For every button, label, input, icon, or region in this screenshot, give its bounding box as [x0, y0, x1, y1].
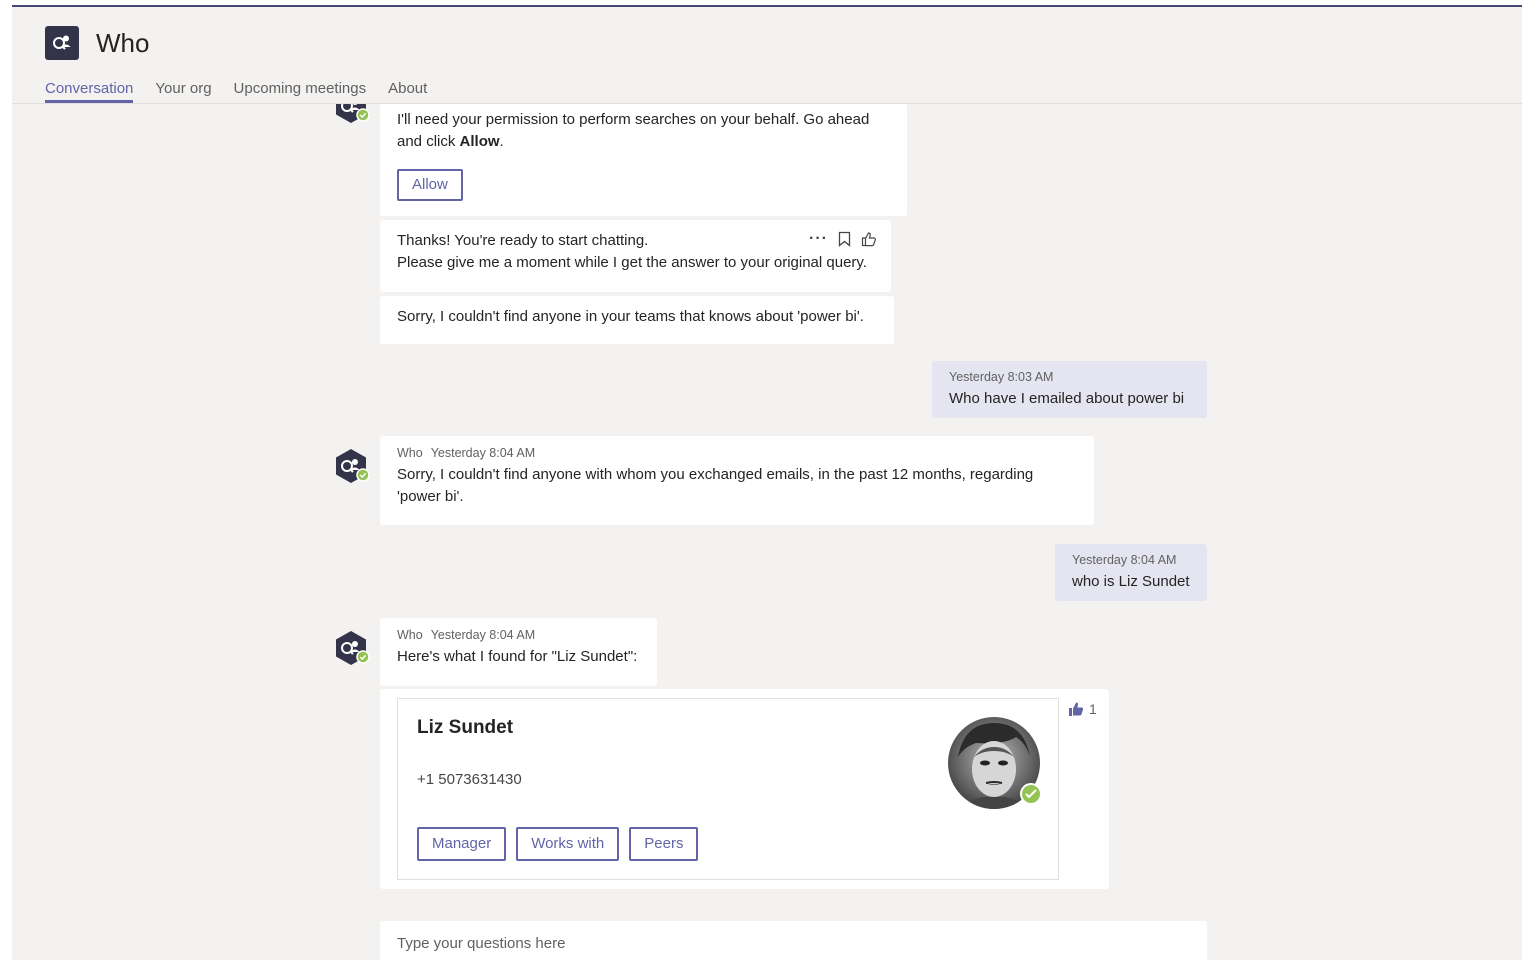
like-icon[interactable] [861, 231, 877, 247]
message-meta: Who Yesterday 8:04 AM [397, 445, 1077, 461]
reaction-count: 1 [1089, 701, 1097, 717]
who-bot-icon [336, 631, 370, 665]
more-options-icon[interactable]: ··· [809, 228, 828, 250]
ready-message: Thanks! You're ready to start chatting. … [380, 220, 891, 292]
card-actions: Manager Works with Peers [417, 827, 699, 861]
ready-line-1: Thanks! You're ready to start chatting. [397, 232, 649, 249]
message-text: Who have I emailed about power bi [949, 390, 1185, 407]
message-timestamp: Yesterday 8:03 AM [949, 370, 1054, 384]
person-card: Liz Sundet +1 5073631430 Manager Works w… [397, 698, 1059, 880]
conversation-pane: I'll need your permission to perform sea… [12, 7, 1522, 960]
who-bot-icon [336, 449, 370, 483]
allow-button[interactable]: Allow [397, 169, 463, 201]
user-message-1: Yesterday 8:03 AM Who have I emailed abo… [932, 361, 1207, 418]
message-actions: ··· [809, 228, 877, 250]
bot-message-found: Who Yesterday 8:04 AM Here's what I found… [380, 618, 657, 686]
like-reaction[interactable]: 1 [1068, 698, 1097, 720]
bot-avatar [332, 629, 370, 667]
tab-upcoming-meetings[interactable]: Upcoming meetings [234, 79, 367, 103]
search-person-icon [53, 35, 71, 50]
person-phone[interactable]: +1 5073631430 [417, 769, 522, 791]
sender-name: Who [397, 628, 423, 642]
teams-app-window: I'll need your permission to perform sea… [12, 5, 1522, 960]
tab-your-org[interactable]: Your org [155, 79, 211, 103]
message-text: who is Liz Sundet [1072, 573, 1190, 590]
tab-about[interactable]: About [388, 79, 427, 103]
permission-message: I'll need your permission to perform sea… [380, 103, 907, 216]
message-text: Here's what I found for "Liz Sundet": [397, 648, 638, 665]
tab-conversation[interactable]: Conversation [45, 79, 134, 103]
message-timestamp: Yesterday 8:04 AM [430, 628, 536, 642]
who-app-icon [45, 26, 79, 60]
bot-message-emails: Who Yesterday 8:04 AM Sorry, I couldn't f… [380, 436, 1094, 525]
message-timestamp: Yesterday 8:04 AM [1072, 553, 1177, 567]
thumbs-up-filled-icon [1069, 702, 1084, 716]
bookmark-icon[interactable] [838, 231, 851, 247]
app-title: Who [96, 28, 150, 58]
bot-avatar [332, 447, 370, 485]
works-with-button[interactable]: Works with [516, 827, 620, 861]
message-text: Sorry, I couldn't find anyone with whom … [397, 466, 1034, 505]
allow-emphasis: Allow [459, 133, 500, 150]
person-name: Liz Sundet [417, 717, 514, 738]
sender-name: Who [397, 446, 423, 460]
peers-button[interactable]: Peers [629, 827, 699, 861]
message-meta: Who Yesterday 8:04 AM [397, 627, 640, 643]
permission-text: I'll need your permission to perform sea… [397, 111, 870, 150]
tab-bar: Conversation Your org Upcoming meetings … [45, 79, 449, 103]
sorry-teams-message: Sorry, I couldn't find anyone in your te… [380, 296, 894, 344]
question-input[interactable] [397, 935, 1177, 952]
person-card-message: Liz Sundet +1 5073631430 Manager Works w… [380, 689, 1109, 889]
compose-box[interactable] [380, 921, 1207, 960]
app-header: Who Conversation Your org Upcoming meeti… [12, 7, 1522, 104]
message-timestamp: Yesterday 8:04 AM [430, 446, 536, 460]
presence-available-icon [1020, 783, 1042, 805]
manager-button[interactable]: Manager [417, 827, 507, 861]
user-message-2: Yesterday 8:04 AM who is Liz Sundet [1055, 544, 1207, 601]
ready-line-2: Please give me a moment while I get the … [397, 254, 867, 271]
